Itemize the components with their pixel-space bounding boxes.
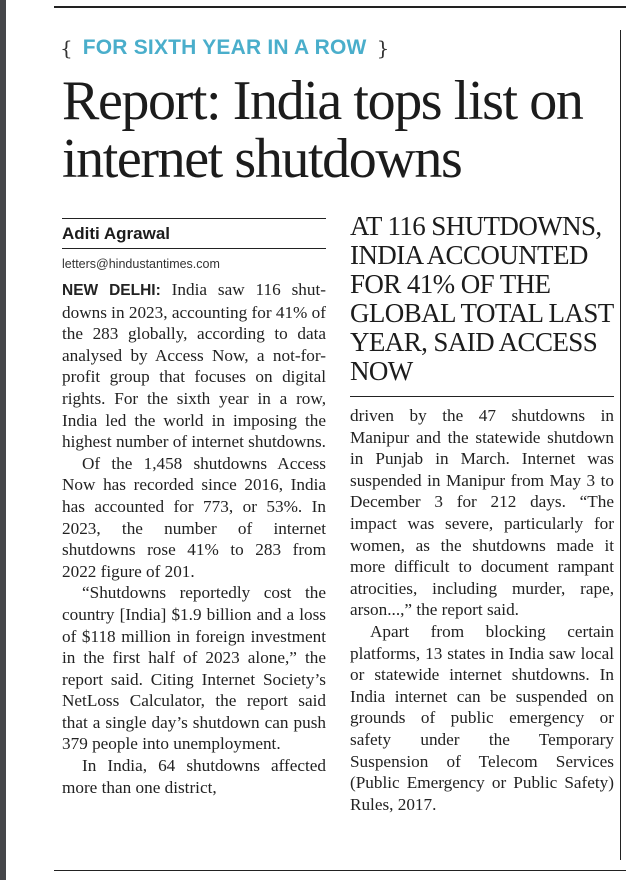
brace-open: {: [60, 36, 73, 60]
byline-rule-bottom: [62, 248, 326, 249]
article-column-right: AT 116 SHUTDOWNS, INDIA ACCOUNTED FOR 41…: [350, 212, 614, 815]
byline-author: Aditi Agrawal: [62, 224, 170, 243]
article-body-left: NEW DELHI: India saw 116 shut­downs in 2…: [62, 279, 326, 798]
paragraph: driven by the 47 shutdowns in Manipur an…: [350, 406, 614, 620]
paragraph: NEW DELHI: India saw 116 shut­downs in 2…: [62, 279, 326, 453]
dateline: NEW DELHI:: [62, 282, 161, 299]
article-column-left: Aditi Agrawal letters@hindustantimes.com…: [62, 218, 326, 798]
pull-quote-rule: [350, 396, 614, 397]
byline-rule-top: [62, 218, 326, 219]
pull-quote: AT 116 SHUTDOWNS, INDIA ACCOUNTED FOR 41…: [350, 211, 614, 386]
paragraph: Apart from blocking certain platforms, 1…: [350, 621, 614, 814]
top-rule: [54, 6, 626, 8]
paragraph-text: India saw 116 shut­downs in 2023, accoun…: [62, 280, 326, 452]
paragraph: Of the 1,458 shutdowns Access Now has re…: [62, 453, 326, 581]
paragraph: In India, 64 shutdowns affected more tha…: [62, 756, 326, 797]
kicker: { FOR SIXTH YEAR IN A ROW }: [60, 34, 389, 62]
kicker-label: FOR SIXTH YEAR IN A ROW: [82, 36, 367, 59]
paragraph: “Shutdowns reportedly cost the country […: [62, 583, 326, 754]
brace-close: }: [376, 36, 390, 60]
byline-email: letters@hindustantimes.com: [62, 257, 220, 271]
page-edge-strip: [0, 0, 6, 880]
headline: Report: India tops list on internet shut…: [62, 70, 584, 190]
bottom-rule: [54, 870, 626, 871]
article-body-right: driven by the 47 shutdowns in Manipur an…: [350, 405, 614, 815]
